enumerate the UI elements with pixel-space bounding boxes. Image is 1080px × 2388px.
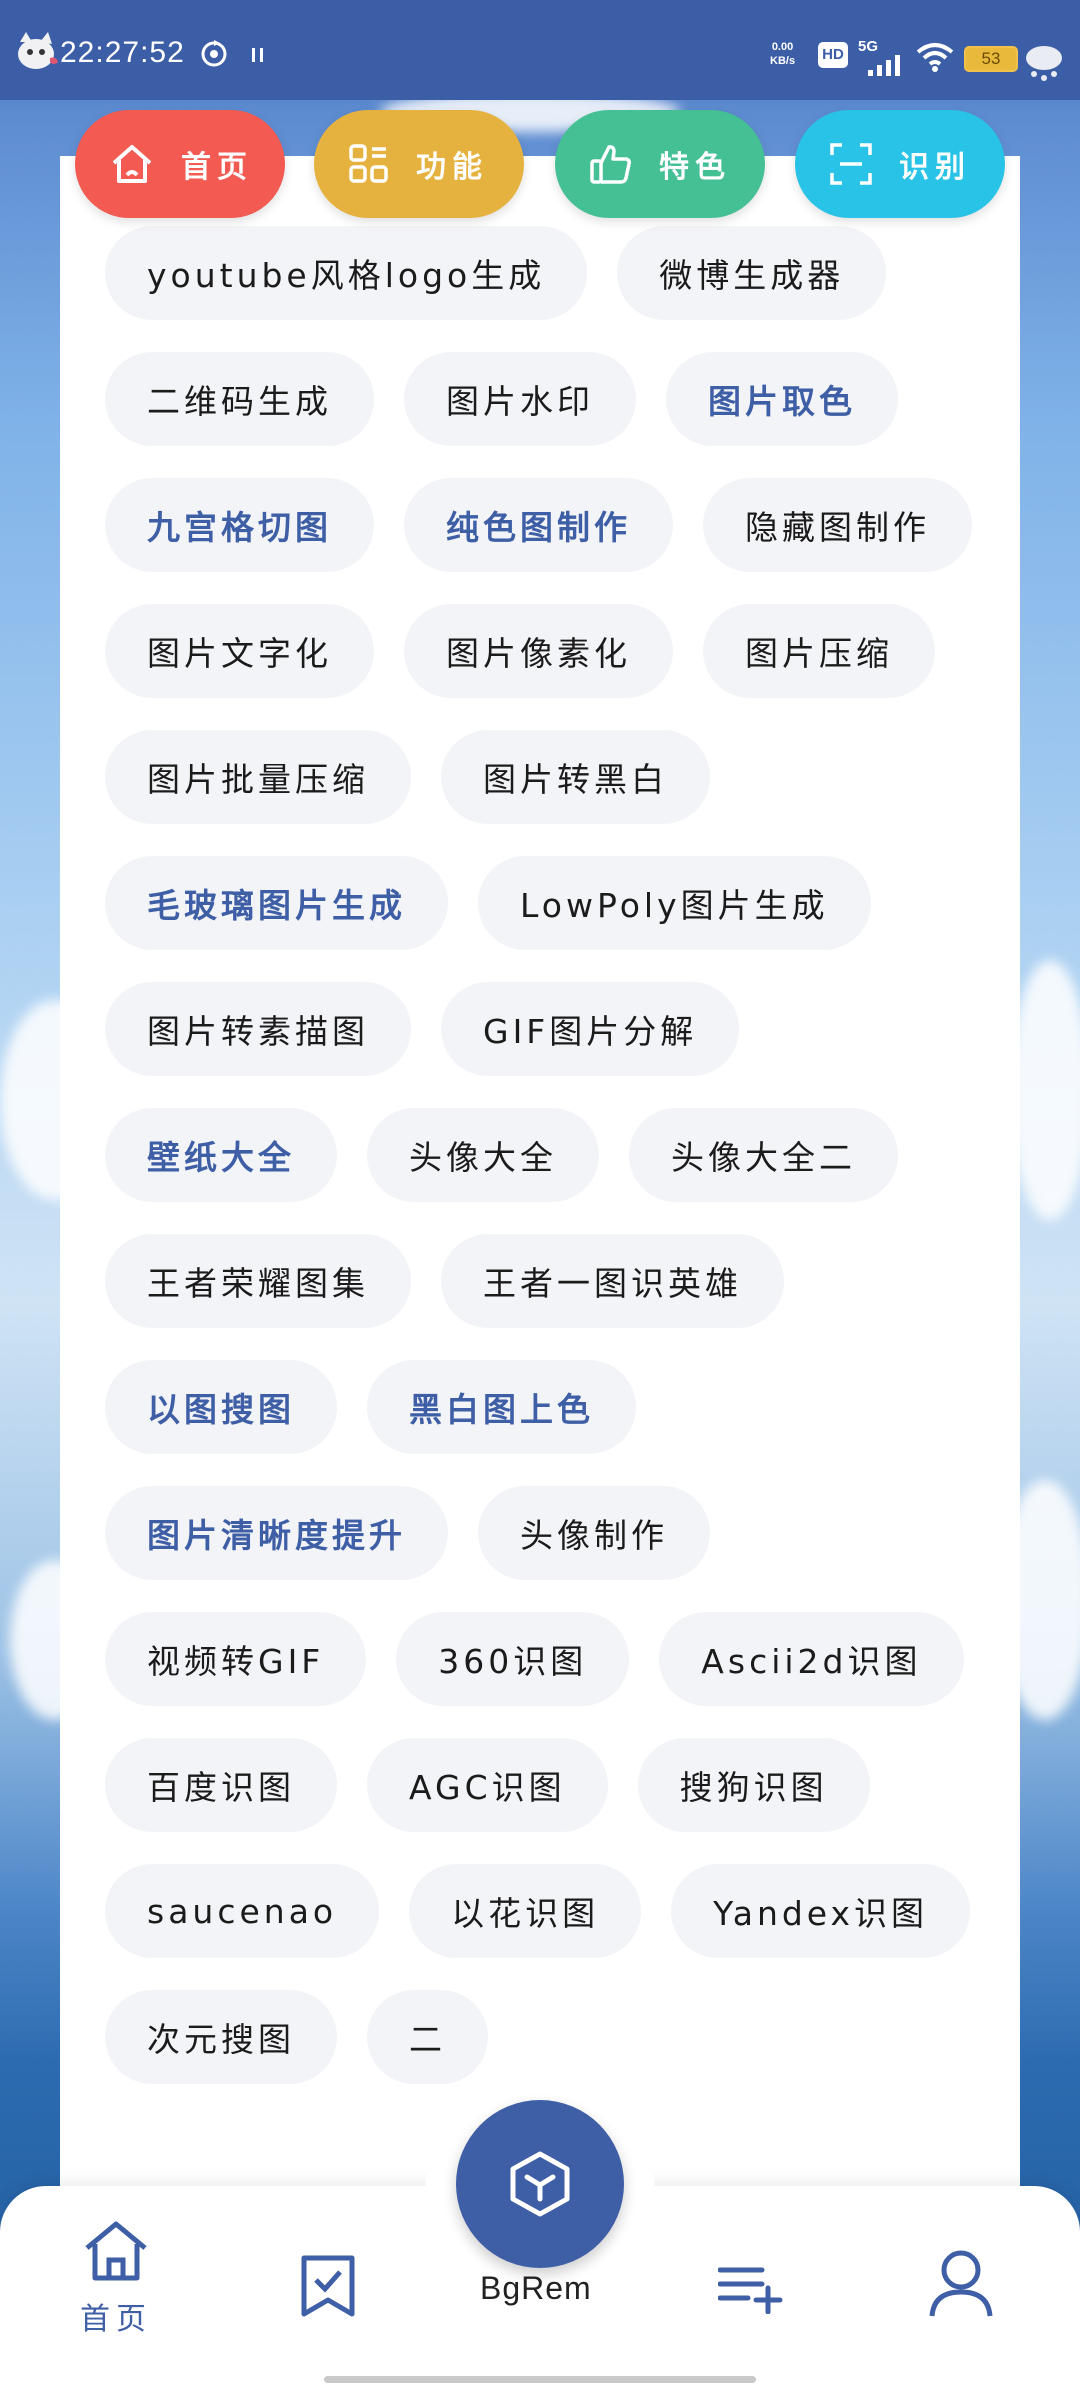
tool-chip[interactable]: youtube风格logo生成 (105, 226, 588, 320)
network-type: 5G (858, 38, 879, 55)
tool-chip[interactable]: Yandex识图 (671, 1864, 971, 1958)
bottom-tab-profile[interactable] (928, 2248, 994, 2318)
sky-cloud (1010, 960, 1080, 1220)
status-bar: 22:27:52 0.00 KB/s HD 5G 53 (0, 0, 1080, 100)
tool-chip[interactable]: 图片批量压缩 (105, 730, 411, 824)
bottom-tab-playlist-add[interactable] (718, 2264, 784, 2314)
tool-chip[interactable]: 王者荣耀图集 (105, 1234, 411, 1328)
tool-chip[interactable]: 图片取色 (666, 352, 898, 446)
thumbs-up-icon (590, 145, 631, 184)
tool-chip[interactable]: 纯色图制作 (404, 478, 673, 572)
tool-chip[interactable]: 二维码生成 (105, 352, 374, 446)
bgrem-button[interactable] (456, 2100, 624, 2268)
nav-home-label: 首页 (181, 150, 253, 185)
tool-chip[interactable]: 图片像素化 (404, 604, 673, 698)
tool-chip[interactable]: 王者一图识英雄 (441, 1234, 784, 1328)
tool-chip[interactable]: 图片文字化 (105, 604, 374, 698)
tool-chip[interactable]: 视频转GIF (105, 1612, 367, 1706)
tool-chip[interactable]: 以图搜图 (105, 1360, 337, 1454)
tool-chip[interactable]: 图片转素描图 (105, 982, 411, 1076)
tool-chip[interactable]: 以花识图 (409, 1864, 642, 1958)
tool-chip[interactable]: 图片转黑白 (441, 730, 710, 824)
top-nav: 首页 功能 特色 识别 (0, 110, 1080, 220)
tool-chip[interactable]: 图片清晰度提升 (105, 1486, 448, 1580)
nav-special-button[interactable]: 特色 (555, 110, 765, 218)
tools-card: youtube风格logo生成 微博生成器二维码生成 图片水印 图片取色九宫格切图 纯色… (60, 156, 1020, 2388)
nav-features-button[interactable]: 功能 (314, 110, 524, 218)
playlist-add-icon (718, 2267, 783, 2314)
tool-chip[interactable]: 百度识图 (105, 1738, 337, 1832)
sync-icon (201, 40, 227, 67)
bottom-tab-bookmarks[interactable] (300, 2254, 356, 2318)
nav-recognize-label: 识别 (899, 150, 971, 185)
nav-features-label: 功能 (416, 150, 488, 185)
tool-chip[interactable]: Ascii2d识图 (659, 1612, 964, 1706)
tool-list: youtube风格logo生成 微博生成器二维码生成 图片水印 图片取色九宫格切图 纯色… (105, 226, 985, 2084)
weather-icon (1026, 46, 1062, 81)
tool-chip[interactable]: 搜狗识图 (637, 1738, 870, 1832)
nav-recognize-button[interactable]: 识别 (795, 110, 1005, 218)
tool-chip[interactable]: 黑白图上色 (367, 1360, 636, 1454)
network-speed: 0.00 KB/s (770, 40, 795, 68)
apps-icon (349, 144, 388, 183)
tool-chip[interactable]: 二 (367, 1990, 488, 2084)
pause-icon (252, 48, 263, 62)
home-indicator (324, 2376, 756, 2383)
tool-chip[interactable]: 头像大全二 (629, 1108, 898, 1202)
tool-chip[interactable]: 毛玻璃图片生成 (105, 856, 448, 950)
tool-chip[interactable]: 图片水印 (404, 352, 636, 446)
tool-chip[interactable]: AGC识图 (367, 1738, 608, 1832)
status-time: 22:27:52 (60, 36, 185, 69)
signal-icon (868, 55, 900, 76)
tool-chip[interactable]: GIF图片分解 (441, 982, 740, 1076)
avatar-icon (18, 32, 58, 69)
cube-icon (510, 2151, 570, 2217)
wifi-icon (916, 43, 954, 72)
tool-chip[interactable]: 头像制作 (478, 1486, 710, 1580)
nav-home-button[interactable]: 首页 (75, 110, 285, 218)
tool-chip[interactable]: 微博生成器 (617, 226, 887, 320)
bgrem-label: BgRem (480, 2270, 592, 2306)
scan-icon (830, 143, 872, 185)
user-icon (929, 2250, 993, 2317)
tool-chip[interactable]: saucenao (105, 1864, 380, 1958)
nav-special-label: 特色 (659, 150, 731, 185)
tool-chip[interactable]: 壁纸大全 (105, 1108, 337, 1202)
bookmark-check-icon (301, 2255, 355, 2317)
tool-chip[interactable]: 次元搜图 (105, 1990, 337, 2084)
tool-chip[interactable]: 隐藏图制作 (703, 478, 972, 572)
bottom-tab-home-label: 首页 (80, 2302, 152, 2337)
tool-chip[interactable]: 头像大全 (367, 1108, 599, 1202)
hd-badge: HD (818, 42, 848, 68)
tool-chip[interactable]: 360识图 (396, 1612, 630, 1706)
home-icon (85, 2221, 147, 2281)
tool-chip[interactable]: 图片压缩 (703, 604, 935, 698)
network-speed-unit: KB/s (770, 55, 796, 67)
bottom-tab-home[interactable]: 首页 (80, 2218, 152, 2338)
tool-chip[interactable]: 九宫格切图 (105, 478, 374, 572)
home-icon (112, 145, 152, 183)
network-speed-value: 0.00 (771, 41, 794, 53)
battery-indicator: 53 (964, 46, 1018, 72)
tool-chip[interactable]: LowPoly图片生成 (478, 856, 871, 950)
